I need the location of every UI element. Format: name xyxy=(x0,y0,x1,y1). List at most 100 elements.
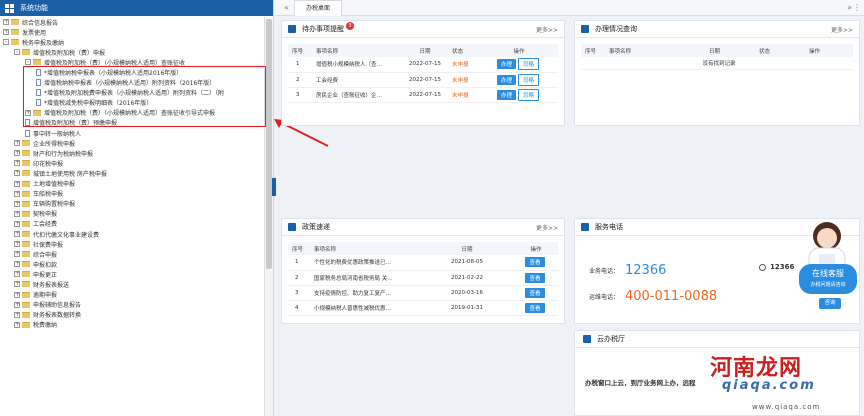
tree-item[interactable]: + 印花税申报 xyxy=(0,158,263,168)
hotline-icon xyxy=(759,263,766,271)
tree-item[interactable]: + 代扣代缴文化事业建设费 xyxy=(0,229,263,239)
online-service-widget[interactable]: 在线客服 办税问题请咨询 咨询 xyxy=(797,214,859,324)
row-name: 工会经费 xyxy=(312,72,398,88)
row-no: 1 xyxy=(288,255,310,271)
expand-icon[interactable]: + xyxy=(14,311,20,318)
tree-item[interactable]: + 申报扣款 xyxy=(0,259,263,269)
sidebar-header: 系统功能 xyxy=(0,0,273,16)
tree-item[interactable]: + 逾期申报 xyxy=(0,290,263,300)
view-button[interactable]: 查看 xyxy=(525,302,545,313)
handling-more-link[interactable]: 更多>> xyxy=(831,25,853,34)
tree-item[interactable]: + 土地增值税申报 xyxy=(0,179,263,189)
expand-icon[interactable]: + xyxy=(14,271,20,278)
collapse-icon[interactable]: - xyxy=(25,59,31,66)
expand-icon[interactable]: + xyxy=(14,321,20,328)
expand-icon[interactable]: + xyxy=(14,241,20,248)
expand-icon[interactable]: + xyxy=(14,210,20,217)
empty-message: 没有找到记录 xyxy=(581,57,853,70)
col-action: 操作 xyxy=(805,44,853,57)
tree-item[interactable]: - 增值税及附加税（费）申报 xyxy=(0,47,263,57)
todo-panel: 待办事项提醒 3 更多>> 序号 事项名称 日期 状态 操作 1 增值税小规模纳税人（… xyxy=(281,20,565,126)
tree-item[interactable]: + 综合申报 xyxy=(0,249,263,259)
expand-icon[interactable]: + xyxy=(14,170,20,177)
folder-icon xyxy=(22,49,30,56)
ignore-button[interactable]: 忽略 xyxy=(518,88,540,101)
tree-item[interactable]: + 税费缴纳 xyxy=(0,320,263,330)
expand-icon[interactable]: + xyxy=(14,251,20,258)
folder-icon xyxy=(22,321,30,328)
business-phone-number: 12366 xyxy=(625,263,667,278)
handle-button[interactable]: 办理 xyxy=(496,74,516,85)
col-date: 日期 xyxy=(705,44,755,57)
policy-table: 序号 事项名称 日期 操作 1 个性化的税费优惠政策推送已… 2021-08-05 查… xyxy=(288,242,558,316)
expand-icon[interactable]: + xyxy=(14,200,20,207)
hall-icon xyxy=(583,335,591,343)
expand-icon[interactable]: + xyxy=(3,19,9,26)
tree-item[interactable]: + 申报更正 xyxy=(0,269,263,279)
collapse-handle[interactable] xyxy=(272,178,276,196)
consult-button[interactable]: 咨询 xyxy=(819,298,841,309)
expand-icon[interactable]: + xyxy=(14,301,20,308)
row-no: 4 xyxy=(288,300,310,316)
ignore-button[interactable]: 忽略 xyxy=(518,73,540,86)
handling-table: 序号 事项名称 日期 状态 操作 没有找到记录 xyxy=(581,44,853,70)
folder-icon xyxy=(22,281,30,288)
view-button[interactable]: 查看 xyxy=(525,257,545,268)
view-button[interactable]: 查看 xyxy=(525,272,545,283)
tree-item[interactable]: + 城镇土地使用税 房产税申报 xyxy=(0,168,263,178)
tree-item[interactable]: + 车辆购置税申报 xyxy=(0,199,263,209)
tab-desk[interactable]: 办税桌面 xyxy=(294,0,342,16)
policy-panel: 政策速递 更多>> 序号 事项名称 日期 操作 1 个性化的税费优惠政策推送已… 20… xyxy=(281,218,565,324)
tab-menu-button[interactable]: ⋮ xyxy=(853,3,861,12)
tab-prev-button[interactable]: « xyxy=(284,3,289,12)
folder-icon xyxy=(22,291,30,298)
tree-item[interactable]: + 财产和行为税纳税申报 xyxy=(0,148,263,158)
col-action: 操作 xyxy=(510,242,558,255)
tree-item-label: 发票使用 xyxy=(22,29,47,37)
tree-item[interactable]: + 财务报表报送 xyxy=(0,279,263,289)
tree-item[interactable]: + 发票使用 xyxy=(0,27,263,37)
folder-icon xyxy=(33,59,41,66)
table-row: 1 个性化的税费优惠政策推送已… 2021-08-05 查看 xyxy=(288,255,558,271)
handle-button[interactable]: 办理 xyxy=(496,59,516,70)
handle-button[interactable]: 办理 xyxy=(496,89,516,100)
expand-icon[interactable]: + xyxy=(14,231,20,238)
expand-icon[interactable]: + xyxy=(14,281,20,288)
tree-item[interactable]: + 财务报表数据转换 xyxy=(0,310,263,320)
expand-icon[interactable]: + xyxy=(3,29,9,36)
expand-icon[interactable]: + xyxy=(14,160,20,167)
tree-item[interactable]: + 工会经费 xyxy=(0,219,263,229)
col-name: 事项名称 xyxy=(310,242,420,255)
tree-item[interactable]: 事中转一般纳税人 xyxy=(0,128,263,138)
expand-icon[interactable]: + xyxy=(14,140,20,147)
tree-item[interactable]: + 车船税申报 xyxy=(0,189,263,199)
tree-item[interactable]: + 社保费申报 xyxy=(0,239,263,249)
tree-item-label: 税费缴纳 xyxy=(33,322,58,330)
tree-item[interactable]: + 契税申报 xyxy=(0,209,263,219)
collapse-icon[interactable]: - xyxy=(14,49,20,56)
tree-item[interactable]: - 税务申报及缴纳 xyxy=(0,37,263,47)
tree-item[interactable]: + 申报辅助信息报告 xyxy=(0,300,263,310)
expand-icon[interactable]: + xyxy=(14,180,20,187)
row-name: 个性化的税费优惠政策推送已… xyxy=(310,255,420,271)
expand-icon[interactable]: + xyxy=(14,261,20,268)
expand-icon[interactable]: + xyxy=(14,220,20,227)
expand-icon[interactable]: + xyxy=(14,291,20,298)
table-row: 3 支持疫情防控、助力复工复产… 2020-03-16 查看 xyxy=(288,285,558,301)
collapse-icon[interactable]: - xyxy=(3,39,9,46)
sidebar-title: 系统功能 xyxy=(20,4,48,12)
tab-next-button[interactable]: » xyxy=(847,3,852,12)
policy-more-link[interactable]: 更多>> xyxy=(536,223,558,232)
col-no: 序号 xyxy=(288,44,312,57)
todo-more-link[interactable]: 更多>> xyxy=(536,25,558,34)
view-button[interactable]: 查看 xyxy=(525,287,545,298)
expand-icon[interactable]: + xyxy=(14,150,20,157)
expand-icon[interactable]: + xyxy=(14,190,20,197)
todo-table: 序号 事项名称 日期 状态 操作 1 增值税小规模纳税人（查… 2022-07-15… xyxy=(288,44,558,103)
row-name: 房民企业（查账征收）企… xyxy=(312,87,398,103)
tree-item[interactable]: + 企业所得税申报 xyxy=(0,138,263,148)
tree-item-label: 申报扣款 xyxy=(33,261,58,269)
col-no: 序号 xyxy=(581,44,605,57)
ignore-button[interactable]: 忽略 xyxy=(518,58,540,71)
tree-item[interactable]: + 综合信息报告 xyxy=(0,17,263,27)
